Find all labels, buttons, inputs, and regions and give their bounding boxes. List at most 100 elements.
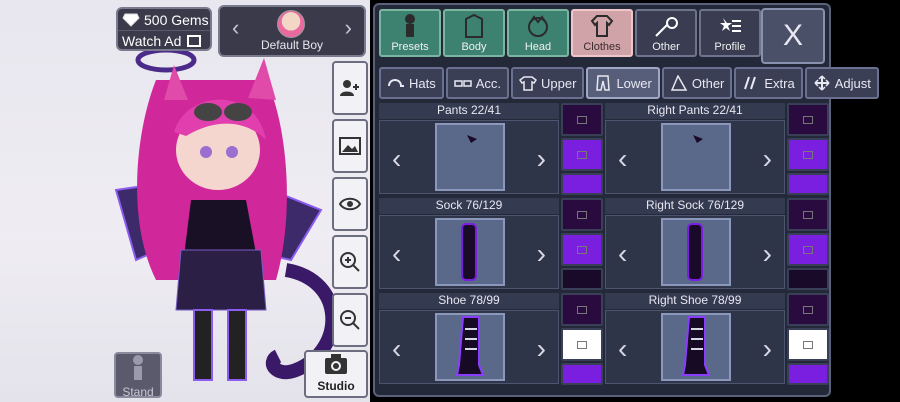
zoom-out-icon — [340, 310, 360, 330]
add-character-button[interactable] — [332, 61, 368, 115]
color-swatches — [787, 198, 829, 290]
chevron-left-icon[interactable]: ‹ — [392, 143, 401, 175]
camera-icon — [325, 354, 347, 374]
subtab-upper-label: Upper — [541, 75, 577, 91]
color-swatch[interactable] — [561, 103, 603, 137]
category-tabs: Presets Body Head Clothes Other Profile — [379, 9, 761, 59]
color-swatch[interactable] — [787, 138, 829, 172]
subtab-other[interactable]: Other — [661, 67, 733, 99]
chevron-right-icon[interactable]: › — [537, 238, 546, 270]
color-swatch[interactable] — [787, 268, 829, 290]
item-preview[interactable] — [661, 123, 731, 191]
subtab-upper[interactable]: Upper — [511, 67, 585, 99]
color-swatch[interactable] — [561, 173, 603, 195]
close-button[interactable]: X — [761, 8, 825, 64]
chevron-right-icon[interactable]: › — [537, 143, 546, 175]
color-swatch[interactable] — [787, 363, 829, 385]
slot-title: Sock 76/129 — [379, 198, 559, 214]
tab-other[interactable]: Other — [635, 9, 697, 57]
shoe-preview-image — [455, 316, 485, 376]
swatch-toggle — [803, 245, 813, 254]
slot-title: Shoe 78/99 — [379, 293, 559, 309]
color-swatch[interactable] — [787, 293, 829, 327]
color-swatch[interactable] — [561, 233, 603, 267]
color-swatch[interactable] — [561, 293, 603, 327]
chevron-right-icon[interactable]: › — [763, 143, 772, 175]
color-swatch[interactable] — [561, 138, 603, 172]
color-swatch[interactable] — [561, 198, 603, 232]
stand-button[interactable]: Stand — [114, 352, 162, 399]
color-swatch[interactable] — [561, 363, 603, 385]
subtab-extra[interactable]: Extra — [734, 67, 803, 99]
subtab-adjust[interactable]: Adjust — [804, 67, 879, 99]
color-swatches — [561, 293, 603, 385]
swatch-toggle — [803, 340, 813, 349]
watch-ad-button[interactable]: Watch Ad — [118, 30, 210, 51]
swatch-toggle — [577, 210, 587, 219]
tab-body[interactable]: Body — [443, 9, 505, 57]
subtab-other-label: Other — [691, 75, 725, 91]
chevron-left-icon[interactable]: ‹ — [392, 333, 401, 365]
gems-counter[interactable]: 500 Gems — [118, 9, 210, 30]
chevron-left-icon[interactable]: ‹ — [392, 238, 401, 270]
swatch-toggle — [577, 115, 587, 124]
color-swatch[interactable] — [787, 198, 829, 232]
subtab-extra-label: Extra — [764, 75, 795, 91]
tab-presets[interactable]: Presets — [379, 9, 441, 57]
sock-preview-image — [687, 223, 703, 281]
item-preview[interactable] — [435, 218, 505, 286]
studio-button[interactable]: Studio — [304, 350, 368, 398]
color-swatch[interactable] — [787, 328, 829, 362]
subtab-hats[interactable]: Hats — [379, 67, 444, 99]
zoom-out-button[interactable] — [332, 293, 368, 347]
background-image-icon — [339, 137, 361, 155]
subtab-adjust-label: Adjust — [834, 75, 871, 91]
slot-sock: Sock 76/129 ‹ › — [379, 198, 603, 290]
visibility-button[interactable] — [332, 177, 368, 231]
chevron-right-icon[interactable]: › — [763, 333, 772, 365]
color-swatch[interactable] — [561, 268, 603, 290]
swatch-toggle — [803, 150, 813, 159]
profile-icon — [720, 18, 741, 32]
color-swatch[interactable] — [787, 103, 829, 137]
clothes-editor-panel: Presets Body Head Clothes Other Profile … — [373, 3, 879, 397]
item-preview[interactable] — [435, 313, 505, 381]
chevron-right-icon[interactable]: › — [763, 238, 772, 270]
slot-right-sock: Right Sock 76/129 ‹ › — [605, 198, 829, 290]
subtab-accessories[interactable]: Acc. — [445, 67, 510, 99]
pants-preview-image — [693, 135, 703, 143]
gem-icon — [122, 13, 140, 27]
pants-icon — [596, 75, 611, 91]
tab-clothes[interactable]: Clothes — [571, 9, 633, 57]
head-icon — [528, 15, 548, 37]
stand-label: Stand — [122, 385, 154, 399]
sword-cat-icon — [655, 17, 678, 37]
color-swatch[interactable] — [787, 173, 829, 195]
item-preview[interactable] — [661, 313, 731, 381]
add-user-icon — [340, 80, 359, 96]
background-button[interactable] — [332, 119, 368, 173]
subtab-lower[interactable]: Lower — [586, 67, 660, 99]
tab-presets-label: Presets — [391, 41, 429, 53]
tab-profile[interactable]: Profile — [699, 9, 761, 57]
slot-title: Right Shoe 78/99 — [605, 293, 785, 309]
color-swatches — [561, 198, 603, 290]
item-preview[interactable] — [435, 123, 505, 191]
item-preview[interactable] — [661, 218, 731, 286]
chevron-right-icon[interactable]: › — [537, 333, 546, 365]
color-swatch[interactable] — [561, 328, 603, 362]
chevron-left-icon[interactable]: ‹ — [618, 333, 627, 365]
studio-label: Studio — [317, 379, 355, 393]
tab-clothes-label: Clothes — [583, 41, 621, 53]
color-swatch[interactable] — [787, 233, 829, 267]
tab-head[interactable]: Head — [507, 9, 569, 57]
swatch-toggle — [577, 305, 587, 314]
chevron-left-icon[interactable]: ‹ — [618, 143, 627, 175]
film-icon — [187, 35, 202, 47]
chevron-left-icon[interactable]: ‹ — [618, 238, 627, 270]
subtab-lower-label: Lower — [616, 75, 652, 91]
slot-pants: Pants 22/41 ‹ › — [379, 103, 603, 195]
slot-body: ‹ › — [605, 310, 785, 384]
zoom-in-icon — [340, 252, 360, 272]
zoom-in-button[interactable] — [332, 235, 368, 289]
